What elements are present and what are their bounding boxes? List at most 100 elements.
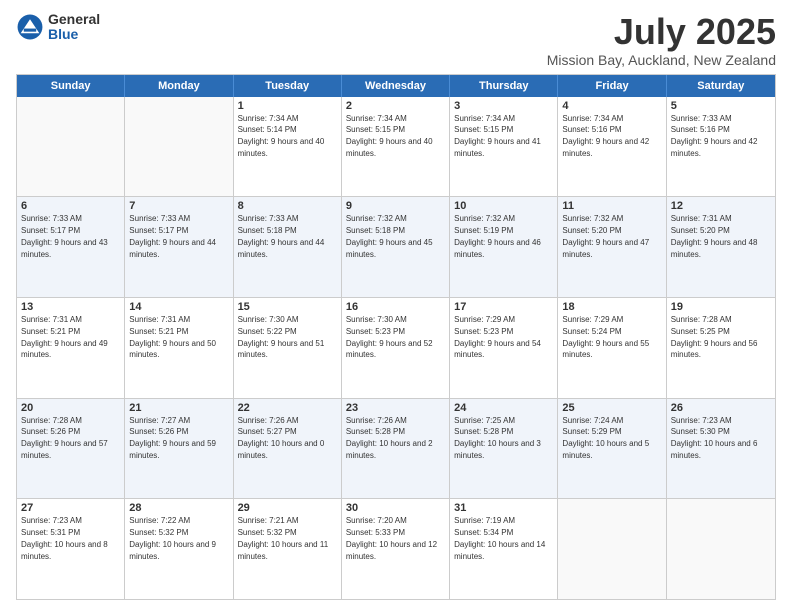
cell-info: Sunrise: 7:21 AM Sunset: 5:32 PM Dayligh… (238, 516, 329, 560)
day-number: 24 (454, 402, 553, 414)
day-number: 13 (21, 301, 120, 313)
day-number: 10 (454, 200, 553, 212)
cell-info: Sunrise: 7:34 AM Sunset: 5:14 PM Dayligh… (238, 114, 325, 158)
calendar-row-0: 1Sunrise: 7:34 AM Sunset: 5:14 PM Daylig… (17, 97, 775, 198)
cell-info: Sunrise: 7:29 AM Sunset: 5:24 PM Dayligh… (562, 315, 649, 359)
day-cell-15: 15 Sunrise: 7:30 AM Sunset: 5:22 PM Dayli… (234, 298, 342, 398)
day-cell-30: 30 Sunrise: 7:20 AM Sunset: 5:33 PM Dayli… (342, 499, 450, 599)
day-number: 5 (671, 100, 771, 112)
day-cell-11: 11Sunrise: 7:32 AM Sunset: 5:20 PM Dayli… (558, 197, 666, 297)
calendar-header: SundayMondayTuesdayWednesdayThursdayFrid… (17, 75, 775, 97)
empty-cell (667, 499, 775, 599)
header-day-saturday: Saturday (667, 75, 775, 97)
day-cell-8: 8 Sunrise: 7:33 AM Sunset: 5:18 PM Daylig… (234, 197, 342, 297)
cell-info: Sunrise: 7:28 AM Sunset: 5:25 PM Dayligh… (671, 315, 758, 359)
day-cell-16: 16 Sunrise: 7:30 AM Sunset: 5:23 PM Dayli… (342, 298, 450, 398)
day-number: 28 (129, 502, 228, 514)
day-cell-25: 25 Sunrise: 7:24 AM Sunset: 5:29 PM Dayli… (558, 399, 666, 499)
day-number: 15 (238, 301, 337, 313)
cell-info: Sunrise: 7:30 AM Sunset: 5:23 PM Dayligh… (346, 315, 433, 359)
day-cell-20: 20 Sunrise: 7:28 AM Sunset: 5:26 PM Dayli… (17, 399, 125, 499)
header-day-thursday: Thursday (450, 75, 558, 97)
day-cell-29: 29Sunrise: 7:21 AM Sunset: 5:32 PM Dayli… (234, 499, 342, 599)
empty-cell (558, 499, 666, 599)
cell-info: Sunrise: 7:23 AM Sunset: 5:30 PM Dayligh… (671, 416, 758, 460)
day-number: 17 (454, 301, 553, 313)
day-number: 20 (21, 402, 120, 414)
day-cell-22: 22 Sunrise: 7:26 AM Sunset: 5:27 PM Dayli… (234, 399, 342, 499)
calendar-row-4: 27 Sunrise: 7:23 AM Sunset: 5:31 PM Dayli… (17, 499, 775, 599)
subtitle: Mission Bay, Auckland, New Zealand (547, 52, 776, 68)
logo-blue: Blue (48, 27, 100, 42)
header-day-sunday: Sunday (17, 75, 125, 97)
day-number: 22 (238, 402, 337, 414)
logo-text: General Blue (48, 12, 100, 43)
cell-info: Sunrise: 7:34 AM Sunset: 5:15 PM Dayligh… (346, 114, 433, 158)
cell-info: Sunrise: 7:28 AM Sunset: 5:26 PM Dayligh… (21, 416, 108, 460)
day-cell-19: 19 Sunrise: 7:28 AM Sunset: 5:25 PM Dayli… (667, 298, 775, 398)
day-number: 2 (346, 100, 445, 112)
logo: General Blue (16, 12, 100, 43)
day-cell-12: 12 Sunrise: 7:31 AM Sunset: 5:20 PM Dayli… (667, 197, 775, 297)
calendar-row-1: 6 Sunrise: 7:33 AM Sunset: 5:17 PM Daylig… (17, 197, 775, 298)
day-number: 31 (454, 502, 553, 514)
header: General Blue July 2025 Mission Bay, Auck… (16, 12, 776, 68)
day-number: 6 (21, 200, 120, 212)
day-cell-27: 27 Sunrise: 7:23 AM Sunset: 5:31 PM Dayli… (17, 499, 125, 599)
cell-info: Sunrise: 7:31 AM Sunset: 5:21 PM Dayligh… (21, 315, 108, 359)
day-number: 18 (562, 301, 661, 313)
day-cell-14: 14 Sunrise: 7:31 AM Sunset: 5:21 PM Dayli… (125, 298, 233, 398)
day-cell-21: 21Sunrise: 7:27 AM Sunset: 5:26 PM Dayli… (125, 399, 233, 499)
calendar: SundayMondayTuesdayWednesdayThursdayFrid… (16, 74, 776, 600)
empty-cell (125, 97, 233, 197)
day-cell-7: 7Sunrise: 7:33 AM Sunset: 5:17 PM Daylig… (125, 197, 233, 297)
cell-info: Sunrise: 7:24 AM Sunset: 5:29 PM Dayligh… (562, 416, 649, 460)
day-number: 9 (346, 200, 445, 212)
day-cell-24: 24Sunrise: 7:25 AM Sunset: 5:28 PM Dayli… (450, 399, 558, 499)
day-number: 8 (238, 200, 337, 212)
cell-info: Sunrise: 7:30 AM Sunset: 5:22 PM Dayligh… (238, 315, 325, 359)
day-cell-31: 31Sunrise: 7:19 AM Sunset: 5:34 PM Dayli… (450, 499, 558, 599)
cell-info: Sunrise: 7:33 AM Sunset: 5:17 PM Dayligh… (21, 214, 108, 258)
day-number: 12 (671, 200, 771, 212)
header-day-tuesday: Tuesday (234, 75, 342, 97)
main-title: July 2025 (547, 12, 776, 52)
day-number: 23 (346, 402, 445, 414)
title-block: July 2025 Mission Bay, Auckland, New Zea… (547, 12, 776, 68)
cell-info: Sunrise: 7:31 AM Sunset: 5:21 PM Dayligh… (129, 315, 216, 359)
cell-info: Sunrise: 7:32 AM Sunset: 5:20 PM Dayligh… (562, 214, 649, 258)
cell-info: Sunrise: 7:34 AM Sunset: 5:16 PM Dayligh… (562, 114, 649, 158)
day-number: 19 (671, 301, 771, 313)
day-number: 3 (454, 100, 553, 112)
header-day-wednesday: Wednesday (342, 75, 450, 97)
day-cell-6: 6 Sunrise: 7:33 AM Sunset: 5:17 PM Daylig… (17, 197, 125, 297)
day-number: 16 (346, 301, 445, 313)
cell-info: Sunrise: 7:33 AM Sunset: 5:17 PM Dayligh… (129, 214, 216, 258)
calendar-row-2: 13 Sunrise: 7:31 AM Sunset: 5:21 PM Dayli… (17, 298, 775, 399)
cell-info: Sunrise: 7:33 AM Sunset: 5:18 PM Dayligh… (238, 214, 325, 258)
cell-info: Sunrise: 7:32 AM Sunset: 5:18 PM Dayligh… (346, 214, 433, 258)
cell-info: Sunrise: 7:29 AM Sunset: 5:23 PM Dayligh… (454, 315, 541, 359)
day-cell-18: 18 Sunrise: 7:29 AM Sunset: 5:24 PM Dayli… (558, 298, 666, 398)
day-number: 25 (562, 402, 661, 414)
cell-info: Sunrise: 7:34 AM Sunset: 5:15 PM Dayligh… (454, 114, 541, 158)
header-day-friday: Friday (558, 75, 666, 97)
day-cell-3: 3 Sunrise: 7:34 AM Sunset: 5:15 PM Daylig… (450, 97, 558, 197)
day-number: 26 (671, 402, 771, 414)
day-number: 4 (562, 100, 661, 112)
day-cell-10: 10Sunrise: 7:32 AM Sunset: 5:19 PM Dayli… (450, 197, 558, 297)
day-number: 30 (346, 502, 445, 514)
day-number: 14 (129, 301, 228, 313)
day-number: 27 (21, 502, 120, 514)
cell-info: Sunrise: 7:31 AM Sunset: 5:20 PM Dayligh… (671, 214, 758, 258)
cell-info: Sunrise: 7:26 AM Sunset: 5:27 PM Dayligh… (238, 416, 325, 460)
day-cell-17: 17 Sunrise: 7:29 AM Sunset: 5:23 PM Dayli… (450, 298, 558, 398)
cell-info: Sunrise: 7:20 AM Sunset: 5:33 PM Dayligh… (346, 516, 437, 560)
day-cell-26: 26 Sunrise: 7:23 AM Sunset: 5:30 PM Dayli… (667, 399, 775, 499)
day-cell-13: 13 Sunrise: 7:31 AM Sunset: 5:21 PM Dayli… (17, 298, 125, 398)
calendar-body: 1Sunrise: 7:34 AM Sunset: 5:14 PM Daylig… (17, 97, 775, 599)
logo-general: General (48, 12, 100, 27)
day-cell-9: 9 Sunrise: 7:32 AM Sunset: 5:18 PM Daylig… (342, 197, 450, 297)
cell-info: Sunrise: 7:33 AM Sunset: 5:16 PM Dayligh… (671, 114, 758, 158)
cell-info: Sunrise: 7:23 AM Sunset: 5:31 PM Dayligh… (21, 516, 108, 560)
